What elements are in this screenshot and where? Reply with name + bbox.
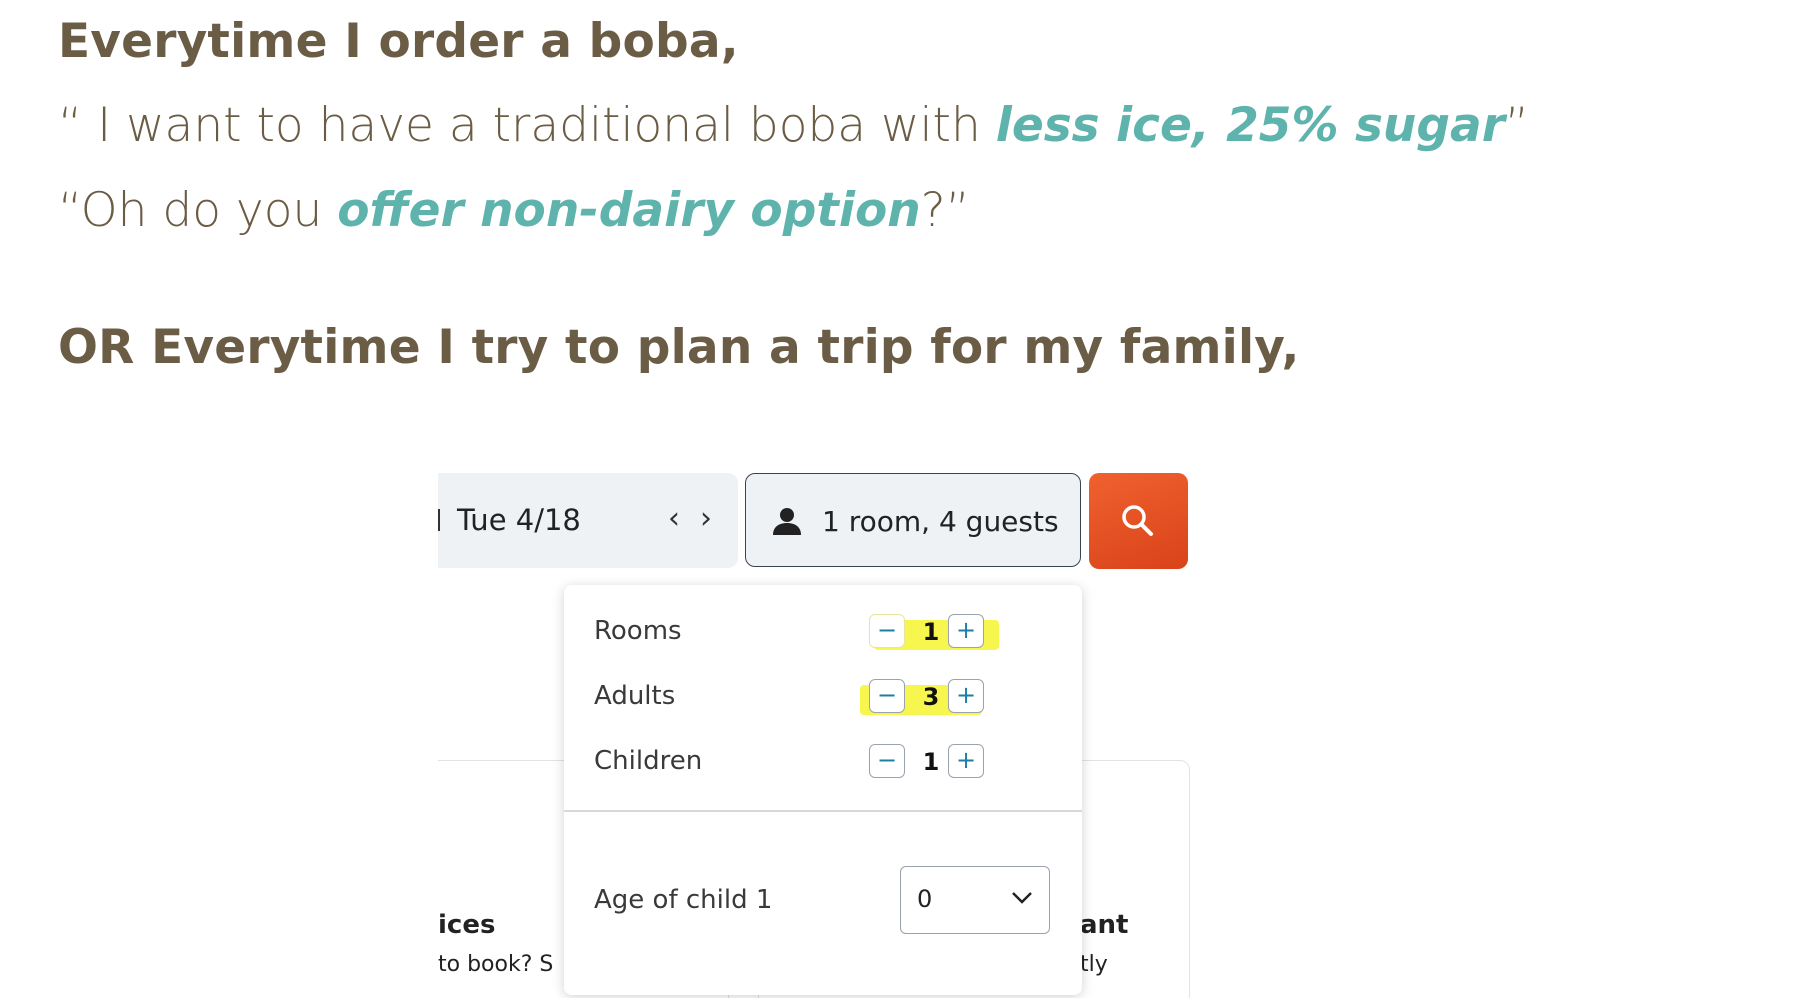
- panel-divider: [564, 810, 1082, 812]
- guests-selector[interactable]: 1 room, 4 guests: [745, 473, 1081, 567]
- adults-decrement-button[interactable]: −: [869, 679, 905, 713]
- guests-summary: 1 room, 4 guests: [822, 505, 1059, 538]
- guests-dropdown: Rooms − 1 + Adults − 3 + Children − 1 + …: [564, 585, 1082, 995]
- background-card-right-text: tly: [1080, 952, 1108, 977]
- quote-non-dairy: “Oh do you offer non-dairy option?”: [58, 183, 970, 238]
- children-increment-button[interactable]: +: [948, 744, 984, 778]
- heading-trip: OR Everytime I try to plan a trip for my…: [58, 320, 1300, 375]
- background-card-left-title: ices: [438, 910, 496, 940]
- child-age-label: Age of child 1: [594, 885, 773, 915]
- rooms-label: Rooms: [594, 616, 682, 646]
- rooms-increment-button[interactable]: +: [948, 614, 984, 648]
- rooms-decrement-button[interactable]: −: [869, 614, 905, 648]
- background-card-left-text: to book? S: [438, 952, 554, 977]
- quote-boba-order: “ I want to have a traditional boba with…: [58, 98, 1530, 153]
- children-value: 1: [922, 748, 940, 776]
- chevron-right-icon[interactable]: ›: [700, 501, 712, 536]
- highlight-non-dairy: offer non-dairy option: [337, 183, 921, 238]
- rooms-value: 1: [922, 618, 940, 646]
- date-separator: [438, 509, 440, 531]
- booking-screenshot: ices to book? S ant tly Tue 4/18 ‹ › 1 r…: [438, 470, 1194, 998]
- search-button[interactable]: [1089, 473, 1188, 569]
- heading-boba: Everytime I order a boba,: [58, 14, 739, 69]
- adults-increment-button[interactable]: +: [948, 679, 984, 713]
- chevron-left-icon[interactable]: ‹: [668, 501, 680, 536]
- highlight-less-ice: less ice, 25% sugar: [995, 98, 1505, 153]
- date-picker[interactable]: Tue 4/18 ‹ ›: [438, 473, 738, 568]
- child-age-select[interactable]: 0: [900, 866, 1050, 934]
- chevron-down-icon: [1012, 892, 1032, 904]
- background-card-right-title: ant: [1080, 910, 1129, 940]
- adults-label: Adults: [594, 681, 676, 711]
- date-value: Tue 4/18: [457, 503, 581, 537]
- person-icon: [773, 508, 801, 535]
- children-label: Children: [594, 746, 703, 776]
- children-decrement-button[interactable]: −: [869, 744, 905, 778]
- adults-value: 3: [922, 683, 940, 711]
- child-age-value: 0: [917, 885, 933, 913]
- search-icon: [1122, 505, 1153, 536]
